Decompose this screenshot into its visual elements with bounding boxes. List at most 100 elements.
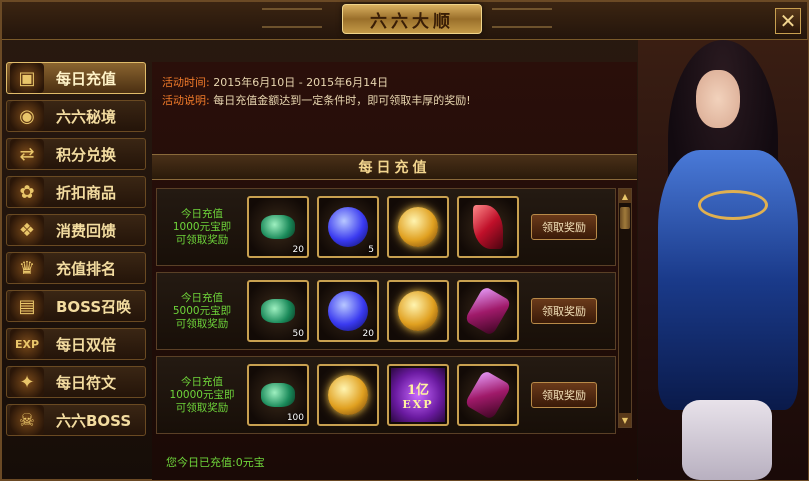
- reward-slot[interactable]: 100: [247, 364, 309, 426]
- sidebar-item-secret-realm[interactable]: ◉ 六六秘境: [6, 100, 146, 132]
- red-feather-icon: [473, 205, 503, 249]
- tier-condition: 今日充值 10000元宝即 可领取奖励: [157, 376, 247, 415]
- sidebar-item-boss-summon[interactable]: ▤ BOSS召唤: [6, 290, 146, 322]
- trophy-icon: ♛: [10, 253, 44, 283]
- section-header: 每日充值: [152, 154, 637, 180]
- exp-label: EXP: [402, 398, 434, 411]
- gold-orb-icon: [398, 291, 438, 331]
- event-time-label: 活动时间:: [162, 76, 210, 89]
- exp-scroll-icon: 1亿 EXP: [391, 368, 445, 422]
- sidebar-item-liuliu-boss[interactable]: ☠ 六六BOSS: [6, 404, 146, 436]
- sale-bag-icon: ✿: [10, 177, 44, 207]
- window-title: 六六大顺: [370, 11, 454, 32]
- tier-condition-line: 今日充值: [181, 207, 223, 220]
- scroll-down-arrow-icon[interactable]: ▼: [619, 413, 631, 427]
- reward-slot[interactable]: [317, 364, 379, 426]
- event-time-value: 2015年6月10日 - 2015年6月14日: [213, 76, 389, 89]
- reward-count: 20: [362, 329, 374, 339]
- tier-condition: 今日充值 1000元宝即 可领取奖励: [157, 208, 247, 247]
- green-gems-icon: [261, 383, 295, 407]
- sidebar-item-label: 消费回馈: [56, 221, 117, 240]
- chest-icon: ▤: [10, 291, 44, 321]
- sidebar-item-label: 每日双倍: [56, 335, 117, 354]
- reward-slot[interactable]: [387, 196, 449, 258]
- blue-orb-icon: [328, 291, 368, 331]
- character-gold-trim: [698, 190, 768, 220]
- sidebar-item-label: 六六BOSS: [56, 411, 132, 430]
- gift-box-icon: ❖: [10, 215, 44, 245]
- event-time-row: 活动时间: 2015年6月10日 - 2015年6月14日: [162, 74, 471, 92]
- close-icon: ✕: [779, 9, 797, 33]
- reward-slot[interactable]: 20: [247, 196, 309, 258]
- main-panel: 活动时间: 2015年6月10日 - 2015年6月14日 活动说明: 每日充值…: [152, 62, 637, 480]
- sidebar-item-label: BOSS召唤: [56, 297, 132, 316]
- section-title: 每日充值: [358, 160, 431, 176]
- rune-icon: ✦: [10, 367, 44, 397]
- sidebar-item-daily-double[interactable]: EXP 每日双倍: [6, 328, 146, 360]
- title-ornament-right: [492, 8, 552, 28]
- reward-count: 20: [292, 245, 304, 255]
- reward-tier: 今日充值 10000元宝即 可领取奖励 100 1亿 EXP 领取奖励: [156, 356, 616, 434]
- sidebar-item-recharge-ranking[interactable]: ♛ 充值排名: [6, 252, 146, 284]
- event-desc-value: 每日充值金额达到一定条件时，即可领取丰厚的奖励!: [213, 94, 471, 107]
- character-dress: [658, 150, 798, 410]
- tier-condition-line: 今日充值: [181, 291, 223, 304]
- green-gems-icon: [261, 299, 295, 323]
- tier-condition-line: 10000元宝即: [169, 388, 235, 401]
- purple-crystal-icon: [464, 285, 512, 337]
- claim-reward-button[interactable]: 领取奖励: [531, 382, 597, 408]
- sidebar: ▣ 每日充值 ◉ 六六秘境 ⇄ 积分兑换 ✿ 折扣商品 ❖ 消费回馈 ♛ 充值排…: [6, 62, 150, 442]
- reward-count: 5: [368, 245, 374, 255]
- tier-condition-line: 今日充值: [181, 375, 223, 388]
- gold-orb-icon: [328, 375, 368, 415]
- scroll-thumb[interactable]: [620, 207, 630, 229]
- blue-orb-icon: [328, 207, 368, 247]
- sidebar-item-daily-recharge[interactable]: ▣ 每日充值: [6, 62, 146, 94]
- today-recharge-text: 您今日已充值:0元宝: [166, 456, 265, 469]
- reward-slot[interactable]: 1亿 EXP: [387, 364, 449, 426]
- event-desc-label: 活动说明:: [162, 94, 210, 107]
- tier-condition-line: 5000元宝即: [172, 304, 232, 317]
- tier-condition-line: 可领取奖励: [175, 401, 229, 414]
- boss-icon: ☠: [10, 405, 44, 435]
- exchange-icon: ⇄: [10, 139, 44, 169]
- reward-slot[interactable]: [457, 364, 519, 426]
- sidebar-item-label: 折扣商品: [56, 183, 117, 202]
- tier-condition-line: 可领取奖励: [175, 317, 229, 330]
- sidebar-item-daily-rune[interactable]: ✦ 每日符文: [6, 366, 146, 398]
- portal-icon: ◉: [10, 101, 44, 131]
- event-desc-row: 活动说明: 每日充值金额达到一定条件时，即可领取丰厚的奖励!: [162, 92, 471, 110]
- sidebar-item-label: 积分兑换: [56, 145, 117, 164]
- reward-count: 50: [292, 329, 304, 339]
- exp-amount: 1亿: [406, 383, 430, 398]
- treasure-chest-icon: ▣: [10, 63, 44, 93]
- event-window: 六六大顺 ✕ ▣ 每日充值 ◉ 六六秘境 ⇄ 积分兑换 ✿ 折扣商品 ❖ 消费回…: [0, 0, 809, 481]
- sidebar-item-spending-rewards[interactable]: ❖ 消费回馈: [6, 214, 146, 246]
- tier-condition-line: 可领取奖励: [175, 233, 229, 246]
- purple-crystal-icon: [464, 369, 512, 421]
- reward-tier: 今日充值 5000元宝即 可领取奖励 50 20 领取奖励: [156, 272, 616, 350]
- claim-reward-button[interactable]: 领取奖励: [531, 298, 597, 324]
- close-button[interactable]: ✕: [775, 8, 801, 34]
- event-info: 活动时间: 2015年6月10日 - 2015年6月14日 活动说明: 每日充值…: [162, 74, 471, 110]
- reward-slot[interactable]: 50: [247, 280, 309, 342]
- sidebar-item-points-exchange[interactable]: ⇄ 积分兑换: [6, 138, 146, 170]
- sidebar-item-label: 每日符文: [56, 373, 117, 392]
- scroll-up-arrow-icon[interactable]: ▲: [619, 189, 631, 203]
- sidebar-item-discount-goods[interactable]: ✿ 折扣商品: [6, 176, 146, 208]
- claim-reward-button[interactable]: 领取奖励: [531, 214, 597, 240]
- reward-slot[interactable]: [457, 280, 519, 342]
- tier-condition-line: 1000元宝即: [172, 220, 232, 233]
- character-legs: [682, 400, 772, 480]
- reward-count: 100: [286, 413, 304, 423]
- green-gems-icon: [261, 215, 295, 239]
- scrollbar[interactable]: ▲ ▼: [618, 188, 632, 428]
- tier-condition: 今日充值 5000元宝即 可领取奖励: [157, 292, 247, 331]
- reward-slot[interactable]: [457, 196, 519, 258]
- title-ornament-left: [262, 8, 322, 28]
- reward-slot[interactable]: 20: [317, 280, 379, 342]
- reward-slot[interactable]: 5: [317, 196, 379, 258]
- sidebar-item-label: 每日充值: [56, 69, 117, 88]
- reward-slot[interactable]: [387, 280, 449, 342]
- sidebar-item-label: 充值排名: [56, 259, 117, 278]
